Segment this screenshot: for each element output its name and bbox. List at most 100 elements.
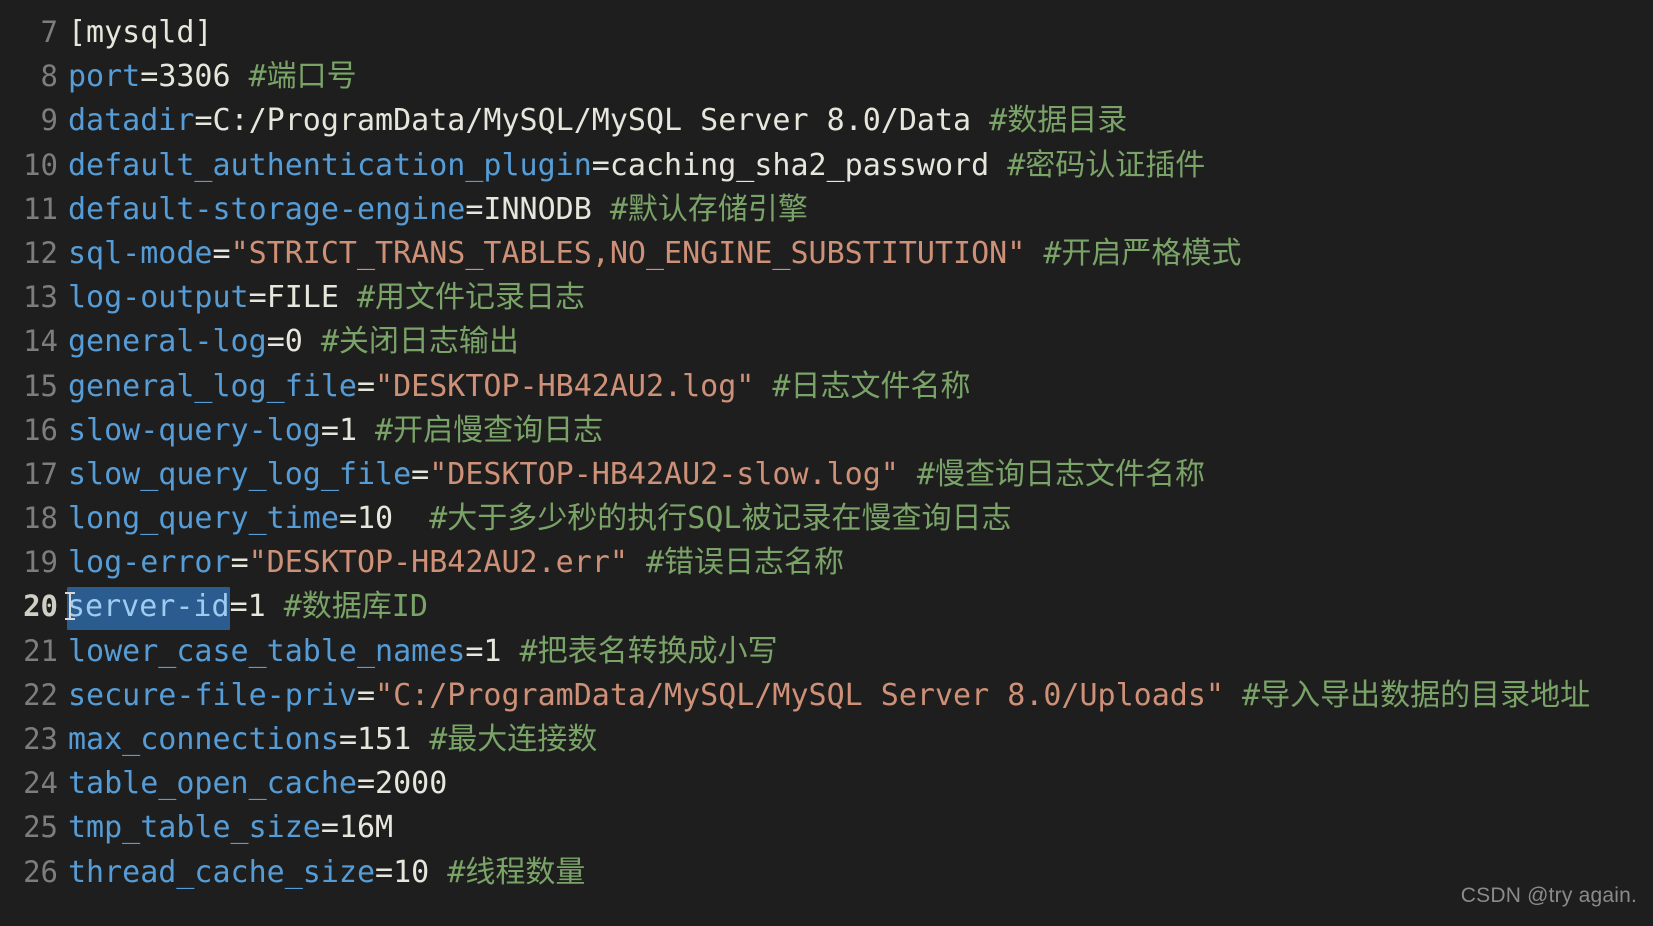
code-line[interactable]: 10 default_authentication_plugin=caching_…: [0, 143, 1653, 187]
token-val: 1: [483, 633, 502, 669]
code-line[interactable]: 12 sql-mode="STRICT_TRANS_TABLES,NO_ENGIN…: [0, 231, 1653, 275]
token-key: max_connections: [68, 722, 339, 757]
token-val: 1: [338, 412, 357, 448]
token-punct: =: [465, 633, 484, 669]
token-comment: #错误日志名称: [627, 545, 845, 581]
line-number: 23: [23, 722, 58, 756]
token-punct: =: [320, 810, 339, 846]
code-lines-container[interactable]: 7 [mysqld] 8 port=3306 #端口号 9 datadir=C:/Prog…: [0, 10, 1653, 926]
code-line[interactable]: 24 table_open_cache=2000: [0, 761, 1653, 805]
token-comment: #数据目录: [971, 103, 1128, 139]
token-punct: =: [375, 854, 394, 890]
code-line-content[interactable]: log-error="DESKTOP-HB42AU2.err" #错误日志名称: [58, 541, 1653, 585]
line-number: 18: [23, 501, 58, 536]
code-line[interactable]: 9 datadir=C:/ProgramData/MySQL/MySQL Serv…: [0, 98, 1653, 142]
code-line[interactable]: 20 server-id=1 #数据库ID: [0, 584, 1653, 631]
code-line[interactable]: 17 slow_query_log_file="DESKTOP-HB42AU2-s…: [0, 452, 1653, 496]
code-line-content[interactable]: max_connections=151 #最大连接数: [58, 718, 1653, 762]
code-line-content[interactable]: slow_query_log_file="DESKTOP-HB42AU2-slo…: [58, 453, 1653, 497]
code-line[interactable]: 18 long_query_time=10 #大于多少秒的执行SQL被记录在慢查询…: [0, 496, 1653, 540]
token-punct: =: [194, 103, 213, 139]
token-val: 3306: [158, 59, 231, 95]
code-line-content[interactable]: long_query_time=10 #大于多少秒的执行SQL被记录在慢查询日志: [58, 497, 1653, 541]
code-line-content[interactable]: datadir=C:/ProgramData/MySQL/MySQL Serve…: [58, 99, 1653, 143]
token-comment: #慢查询日志文件名称: [898, 456, 1205, 492]
code-line[interactable]: 14 general-log=0 #关闭日志输出: [0, 319, 1653, 363]
line-number: 8: [40, 59, 58, 94]
token-punct: =: [338, 501, 357, 537]
token-punct: =: [356, 677, 376, 713]
code-line-content[interactable]: lower_case_table_names=1 #把表名转换成小写: [58, 630, 1653, 674]
line-number: 9: [40, 103, 58, 138]
code-line-content[interactable]: log-output=FILE #用文件记录日志: [58, 276, 1653, 320]
line-number: 10: [23, 147, 58, 182]
line-number: 24: [23, 766, 58, 801]
token-comment: #密码认证插件: [989, 147, 1206, 183]
token-punct: =: [266, 324, 285, 360]
token-str: "DESKTOP-HB42AU2.log": [375, 368, 755, 404]
token-key: general-log: [68, 324, 267, 360]
code-line-content[interactable]: general-log=0 #关闭日志输出: [58, 320, 1653, 364]
token-punct: =: [338, 722, 357, 757]
token-comment: #最大连接数: [411, 722, 598, 757]
token-punct: =: [140, 59, 159, 95]
code-line-content[interactable]: secure-file-priv="C:/ProgramData/MySQL/M…: [58, 674, 1653, 718]
code-line[interactable]: 22 secure-file-priv="C:/ProgramData/MySQL…: [0, 673, 1653, 717]
token-val: INNODB: [483, 191, 592, 227]
token-key: long_query_time: [68, 501, 339, 537]
token-punct: =: [356, 766, 376, 802]
code-line[interactable]: 26 thread_cache_size=10 #线程数量: [0, 850, 1653, 894]
token-comment: #导入导出数据的目录地址: [1223, 677, 1591, 713]
token-key: default-storage-engine: [68, 191, 466, 227]
token-key: datadir: [68, 103, 195, 139]
token-val: 10: [357, 501, 394, 537]
token-val: 16M: [338, 810, 394, 846]
code-line-content[interactable]: table_open_cache=2000: [58, 762, 1653, 806]
token-punct: =: [248, 280, 267, 316]
code-line[interactable]: 7 [mysqld]: [0, 10, 1653, 54]
token-key: thread_cache_size: [68, 854, 376, 890]
token-comment: #关闭日志输出: [302, 324, 519, 360]
code-line-content[interactable]: tmp_table_size=16M: [58, 806, 1653, 850]
code-editor[interactable]: 7 [mysqld] 8 port=3306 #端口号 9 datadir=C:/Prog…: [0, 0, 1653, 926]
code-line-content[interactable]: [mysqld]: [58, 11, 1653, 55]
code-line-content[interactable]: port=3306 #端口号: [58, 55, 1653, 99]
code-line-content[interactable]: sql-mode="STRICT_TRANS_TABLES,NO_ENGINE_…: [58, 232, 1653, 276]
code-line-content[interactable]: thread_cache_size=10 #线程数量: [58, 851, 1653, 895]
token-comment: #把表名转换成小写: [501, 633, 778, 669]
token-comment: #默认存储引擎: [591, 191, 808, 227]
code-line-content[interactable]: general_log_file="DESKTOP-HB42AU2.log" #…: [58, 365, 1653, 409]
line-number: 11: [23, 191, 58, 226]
code-line[interactable]: 15 general_log_file="DESKTOP-HB42AU2.log"…: [0, 364, 1653, 408]
token-key: tmp_table_size: [68, 810, 321, 846]
code-line[interactable]: 11 default-storage-engine=INNODB #默认存储引擎: [0, 187, 1653, 231]
line-number: 22: [23, 677, 58, 712]
token-str: "DESKTOP-HB42AU2-slow.log": [429, 456, 899, 492]
code-line[interactable]: 23 max_connections=151 #最大连接数: [0, 717, 1653, 761]
token-str: "STRICT_TRANS_TABLES,NO_ENGINE_SUBSTITUT…: [230, 235, 1026, 271]
token-comment: #线程数量: [429, 854, 586, 890]
code-line-content[interactable]: default_authentication_plugin=caching_sh…: [58, 144, 1653, 188]
token-val: FILE: [266, 280, 339, 316]
token-key: sql-mode: [68, 235, 213, 271]
token-punct: =: [465, 191, 484, 227]
token-punct: =: [229, 589, 248, 625]
code-line[interactable]: 13 log-output=FILE #用文件记录日志: [0, 275, 1653, 319]
token-punct: =: [320, 412, 339, 448]
token-comment: #用文件记录日志: [338, 280, 586, 316]
line-number: 12: [23, 235, 58, 270]
code-line[interactable]: 8 port=3306 #端口号: [0, 54, 1653, 98]
code-line[interactable]: 16 slow-query-log=1 #开启慢查询日志: [0, 408, 1653, 452]
code-line-content[interactable]: slow-query-log=1 #开启慢查询日志: [58, 409, 1653, 453]
token-val: 0: [284, 324, 303, 360]
code-line[interactable]: 25 tmp_table_size=16M: [0, 805, 1653, 849]
code-line[interactable]: 19 log-error="DESKTOP-HB42AU2.err" #错误日志名…: [0, 540, 1653, 584]
token-comment: #大于多少秒的执行SQL被记录在慢查询日志: [393, 501, 1012, 537]
line-number: 20: [23, 589, 58, 624]
code-line[interactable]: 21 lower_case_table_names=1 #把表名转换成小写: [0, 629, 1653, 673]
token-val: 151: [357, 722, 412, 757]
code-line-content[interactable]: default-storage-engine=INNODB #默认存储引擎: [58, 188, 1653, 232]
token-comment: #开启慢查询日志: [357, 412, 604, 448]
token-key: port: [68, 59, 141, 95]
code-line-content[interactable]: server-id=1 #数据库ID: [58, 585, 1653, 631]
